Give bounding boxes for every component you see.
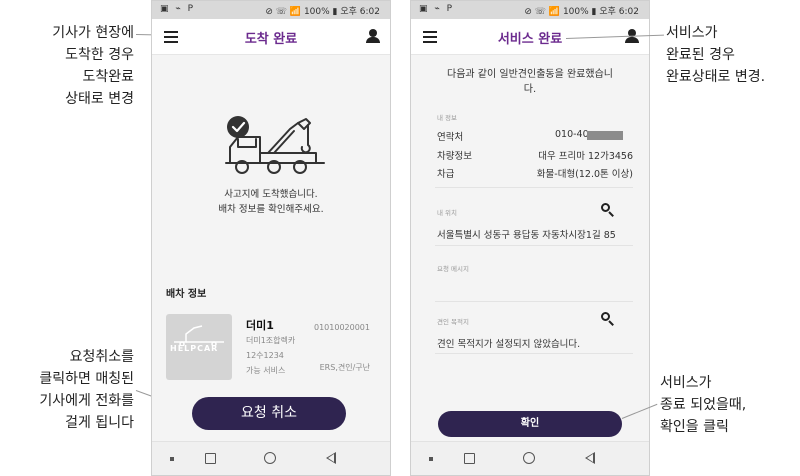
annotation-line: 상태로 변경 <box>65 91 134 107</box>
overview-icon[interactable] <box>464 453 475 464</box>
available-services: ERS,견인/구난 <box>319 363 370 372</box>
annotation-line: 서비스가 <box>660 375 712 391</box>
divider <box>435 245 633 246</box>
home-icon[interactable] <box>523 452 535 464</box>
phone-arrival: ▣ ⌁ P ⊘ ☏ 📶 100% ▮ 오후 6:02 도착 완료 사고지에 도착… <box>151 0 391 476</box>
status-right: ⊘ ☏ 📶 100% ▮ 오후 6:02 <box>265 7 380 17</box>
annotation-service-done: 서비스가 완료된 경우 완료상태로 변경. <box>666 22 765 88</box>
profile-icon[interactable] <box>366 28 380 44</box>
status-bar: ▣ ⌁ P ⊘ ☏ 📶 100% ▮ 오후 6:02 <box>411 1 649 19</box>
truck-thumbnail: HELPCAR <box>166 314 232 380</box>
request-message-label: 요청 메시지 <box>437 265 469 273</box>
my-info-label: 내 정보 <box>437 114 458 122</box>
phone-service-complete: ▣ ⌁ P ⊘ ☏ 📶 100% ▮ 오후 6:02 서비스 완료 다음과 같이… <box>410 0 650 476</box>
message-line: 다음과 같이 일반견인출동을 완료했습니 <box>447 69 613 80</box>
annotation-line: 클릭하면 매칭된 <box>39 371 134 387</box>
destination-value: 견인 목적지가 설정되지 않았습니다. <box>437 339 581 350</box>
system-nav-bar <box>152 441 390 475</box>
annotation-line: 종료 되었을때, <box>660 397 747 413</box>
confirm-button[interactable]: 확인 <box>438 411 622 437</box>
message-line: 사고지에 도착했습니다. <box>224 189 318 200</box>
app-bar: 도착 완료 <box>152 19 390 55</box>
arrival-message: 사고지에 도착했습니다. 배차 정보를 확인해주세요. <box>152 187 390 217</box>
contact-label: 연락처 <box>437 132 464 143</box>
back-icon[interactable] <box>585 452 595 464</box>
message-line: 배차 정보를 확인해주세요. <box>218 204 324 215</box>
annotation-line: 걸게 됩니다 <box>65 415 134 431</box>
driver-name: 더미1 <box>246 319 274 332</box>
annotation-line: 서비스가 <box>666 25 718 41</box>
cancel-request-button[interactable]: 요청 취소 <box>192 397 346 430</box>
message-line: 다. <box>523 84 537 95</box>
annotation-line: 도착한 경우 <box>65 47 134 63</box>
vehicle-type-value: 화물-대형(12.0톤 이상) <box>536 169 633 180</box>
system-nav-bar <box>411 441 649 475</box>
vehicle-value: 대우 프리마 12가3456 <box>538 151 633 162</box>
company-name: 더미1조합렉카 <box>246 336 296 345</box>
search-icon[interactable] <box>601 312 615 326</box>
plate-number: 12수1234 <box>246 351 284 360</box>
page-title: 서비스 완료 <box>497 32 563 47</box>
back-icon[interactable] <box>326 452 336 464</box>
divider <box>435 187 633 188</box>
annotation-line: 완료상태로 변경. <box>666 69 766 85</box>
page-title: 도착 완료 <box>244 32 298 47</box>
destination-label: 견인 목적지 <box>437 318 469 326</box>
recents-dot-icon[interactable] <box>429 457 433 461</box>
recents-dot-icon[interactable] <box>170 457 174 461</box>
status-bar: ▣ ⌁ P ⊘ ☏ 📶 100% ▮ 오후 6:02 <box>152 1 390 19</box>
annotation-line: 완료된 경우 <box>666 47 735 63</box>
annotation-line: 요청취소를 <box>69 349 134 365</box>
dispatch-info-label: 배차 정보 <box>166 289 207 300</box>
search-icon[interactable] <box>601 203 615 217</box>
vehicle-type-label: 차급 <box>437 169 455 180</box>
status-right: ⊘ ☏ 📶 100% ▮ 오후 6:02 <box>524 7 639 17</box>
annotation-line: 확인을 클릭 <box>660 419 729 435</box>
driver-phone: 01010020001 <box>314 323 370 332</box>
redacted-block <box>587 131 623 140</box>
complete-message: 다음과 같이 일반견인출동을 완료했습니 다. <box>411 67 649 97</box>
overview-icon[interactable] <box>205 453 216 464</box>
helpcar-logo: HELPCAR <box>170 344 219 353</box>
annotation-confirm: 서비스가 종료 되었을때, 확인을 클릭 <box>660 372 746 438</box>
annotation-line: 도착완료 <box>82 69 134 85</box>
divider <box>435 353 633 354</box>
annotation-arrive: 기사가 현장에 도착한 경우 도착완료 상태로 변경 <box>40 22 134 110</box>
tow-truck-icon <box>174 325 224 346</box>
location-value: 서울특별시 성동구 용답동 자동차시장1길 85 <box>437 230 616 241</box>
status-icons: ▣ ⌁ P <box>419 4 455 14</box>
location-label: 내 위치 <box>437 209 458 217</box>
status-icons: ▣ ⌁ P <box>160 4 196 14</box>
tow-truck-icon <box>225 116 325 174</box>
divider <box>435 301 633 302</box>
vehicle-label: 차량정보 <box>437 151 472 162</box>
annotation-cancel: 요청취소를 클릭하면 매칭된 기사에게 전화를 걸게 됩니다 <box>30 346 134 434</box>
annotation-line: 기사에게 전화를 <box>39 393 134 409</box>
contact-value: 010-40 <box>555 129 589 140</box>
annotation-line: 기사가 현장에 <box>52 25 134 41</box>
home-icon[interactable] <box>264 452 276 464</box>
service-label: 가능 서비스 <box>246 366 286 375</box>
